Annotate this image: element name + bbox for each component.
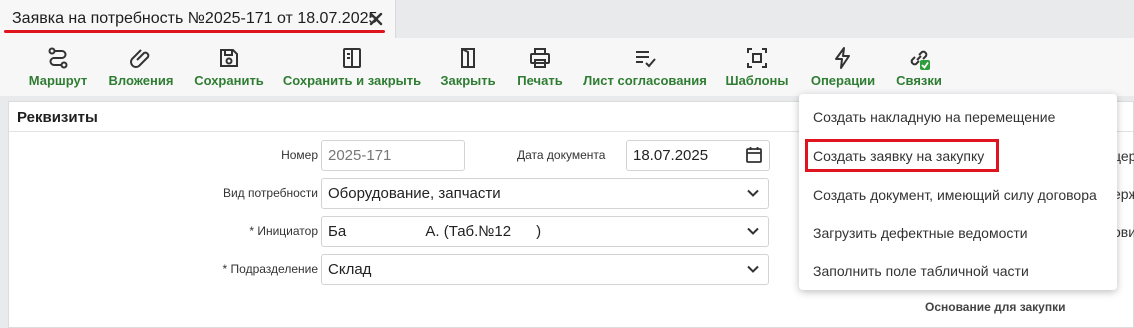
close-icon[interactable] xyxy=(366,9,386,29)
number-label: Номер xyxy=(281,148,318,162)
templates-button[interactable]: Шаблоны xyxy=(724,38,790,96)
attachments-label: Вложения xyxy=(108,73,174,88)
route-button[interactable]: Маршрут xyxy=(28,38,88,96)
date-label: Дата документа xyxy=(517,148,606,162)
book-close-icon xyxy=(455,46,481,70)
operations-button[interactable]: Операции xyxy=(808,38,878,96)
attachments-button[interactable]: Вложения xyxy=(108,38,174,96)
chevron-down-icon xyxy=(746,186,760,200)
tab-strip: Заявка на потребность №2025-171 от 18.07… xyxy=(0,0,1134,38)
operations-menu: Создать накладную на перемещение Создать… xyxy=(799,94,1117,290)
save-label: Сохранить xyxy=(194,73,264,88)
menu-item-create-contract-document[interactable]: Создать документ, имеющий силу договора xyxy=(813,187,1097,203)
close-label: Закрыть xyxy=(440,73,496,88)
initiator-label: * Инициатор xyxy=(249,224,318,238)
initiator-select[interactable]: Ба А. (Таб.№12 ) xyxy=(321,216,769,247)
tab-highlight-underline xyxy=(4,30,385,33)
division-label: * Подразделение xyxy=(222,262,318,276)
links-label: Связки xyxy=(896,73,942,88)
route-label: Маршрут xyxy=(28,73,88,88)
templates-label: Шаблоны xyxy=(725,73,789,88)
number-value: 2025-171 xyxy=(328,147,392,164)
need-type-label: Вид потребности xyxy=(222,186,318,200)
toolbar: Маршрут Вложения Сохранить Сохранить и з… xyxy=(0,38,1134,96)
save-and-close-label: Сохранить и закрыть xyxy=(282,73,422,88)
menu-item-load-defect-sheets[interactable]: Загрузить дефектные ведомости xyxy=(813,225,1028,241)
links-button[interactable]: Связки xyxy=(894,38,944,96)
printer-icon xyxy=(527,46,553,70)
approval-sheet-label: Лист согласования xyxy=(583,73,707,88)
route-icon xyxy=(45,46,71,70)
paperclip-icon xyxy=(128,46,154,70)
template-icon xyxy=(744,46,770,70)
print-label: Печать xyxy=(517,73,563,88)
division-select[interactable]: Склад xyxy=(321,254,769,285)
purchase-basis-label: Основание для закупки xyxy=(925,300,1066,314)
book-save-icon xyxy=(339,46,365,70)
menu-item-highlight xyxy=(805,139,999,172)
date-value: 18.07.2025 xyxy=(633,147,709,164)
number-field[interactable]: 2025-171 xyxy=(321,140,465,171)
close-button[interactable]: Закрыть xyxy=(440,38,496,96)
chevron-down-icon xyxy=(746,224,760,238)
division-value: Склад xyxy=(328,261,372,278)
chevron-down-icon xyxy=(746,262,760,276)
link-check-icon xyxy=(906,46,932,70)
menu-item-fill-table-field[interactable]: Заполнить поле табличной части xyxy=(813,263,1029,279)
need-type-value: Оборудование, запчасти xyxy=(328,185,501,202)
menu-item-create-transfer-waybill[interactable]: Создать накладную на перемещение xyxy=(813,109,1055,125)
document-tab[interactable]: Заявка на потребность №2025-171 от 18.07… xyxy=(0,0,396,38)
save-button[interactable]: Сохранить xyxy=(194,38,264,96)
need-type-select[interactable]: Оборудование, запчасти xyxy=(321,178,769,209)
panel-title: Реквизиты xyxy=(17,109,98,126)
approval-sheet-button[interactable]: Лист согласования xyxy=(583,38,707,96)
checklist-icon xyxy=(632,46,658,70)
floppy-icon xyxy=(216,46,242,70)
save-and-close-button[interactable]: Сохранить и закрыть xyxy=(282,38,422,96)
tab-title: Заявка на потребность №2025-171 от 18.07… xyxy=(12,10,378,27)
date-field[interactable]: 18.07.2025 xyxy=(626,140,770,171)
operations-label: Операции xyxy=(810,73,876,88)
calendar-icon[interactable] xyxy=(745,146,763,164)
lightning-icon xyxy=(830,46,856,70)
print-button[interactable]: Печать xyxy=(516,38,564,96)
initiator-value: Ба А. (Таб.№12 ) xyxy=(328,223,542,240)
